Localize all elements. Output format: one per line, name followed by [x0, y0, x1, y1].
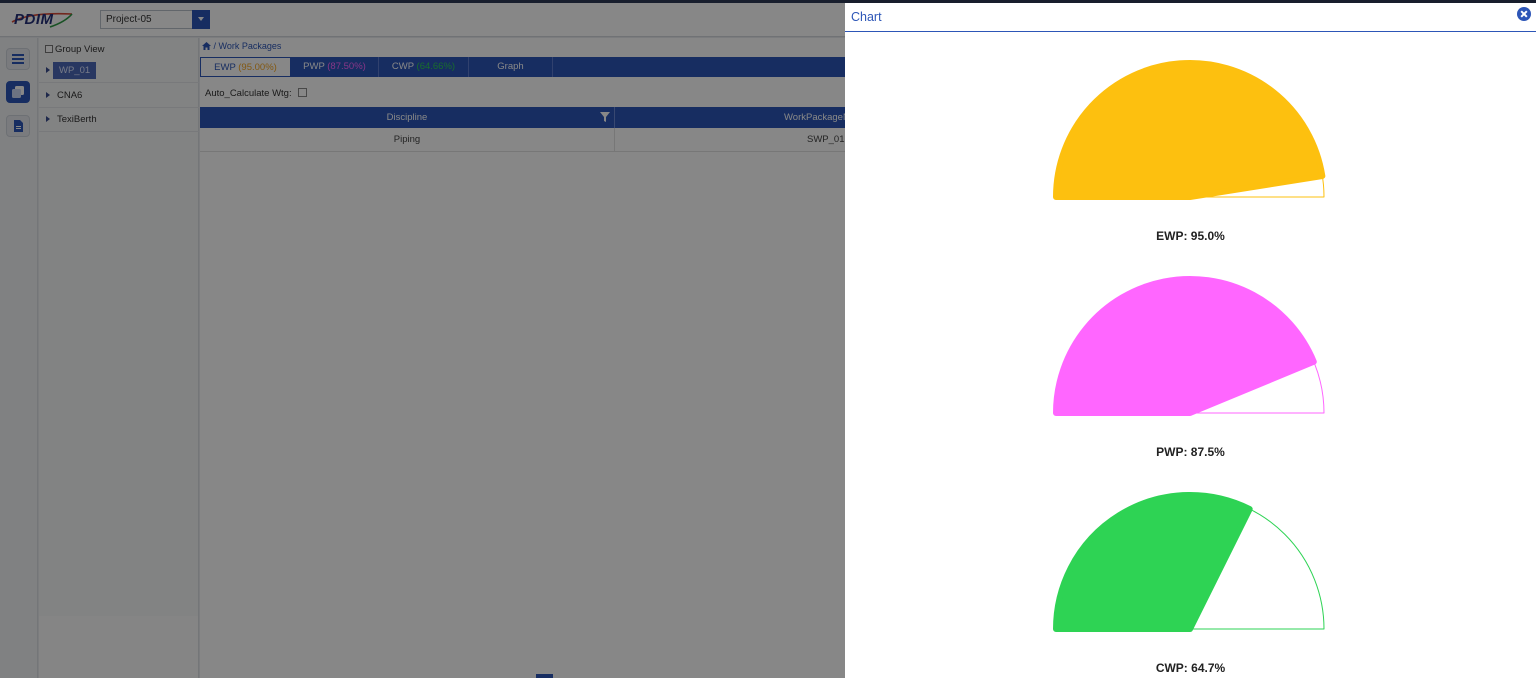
gauge-cwp	[1053, 492, 1325, 632]
chart-panel-title: Chart	[851, 10, 882, 24]
gauge-value-arc	[1053, 60, 1326, 200]
gauge-ewp-label: EWP: 95.0%	[1156, 229, 1225, 243]
gauge-pwp-label: PWP: 87.5%	[1156, 445, 1225, 459]
gauge-cwp-label: CWP: 64.7%	[1155, 661, 1226, 675]
gauge-ewp	[1053, 60, 1326, 200]
chart-panel: Chart EWP: 95.0% PWP: 87.5% CWP: 64.7%	[845, 3, 1536, 678]
close-icon[interactable]	[1517, 7, 1531, 21]
gauge-pwp	[1053, 276, 1325, 416]
panel-divider	[845, 31, 1536, 32]
